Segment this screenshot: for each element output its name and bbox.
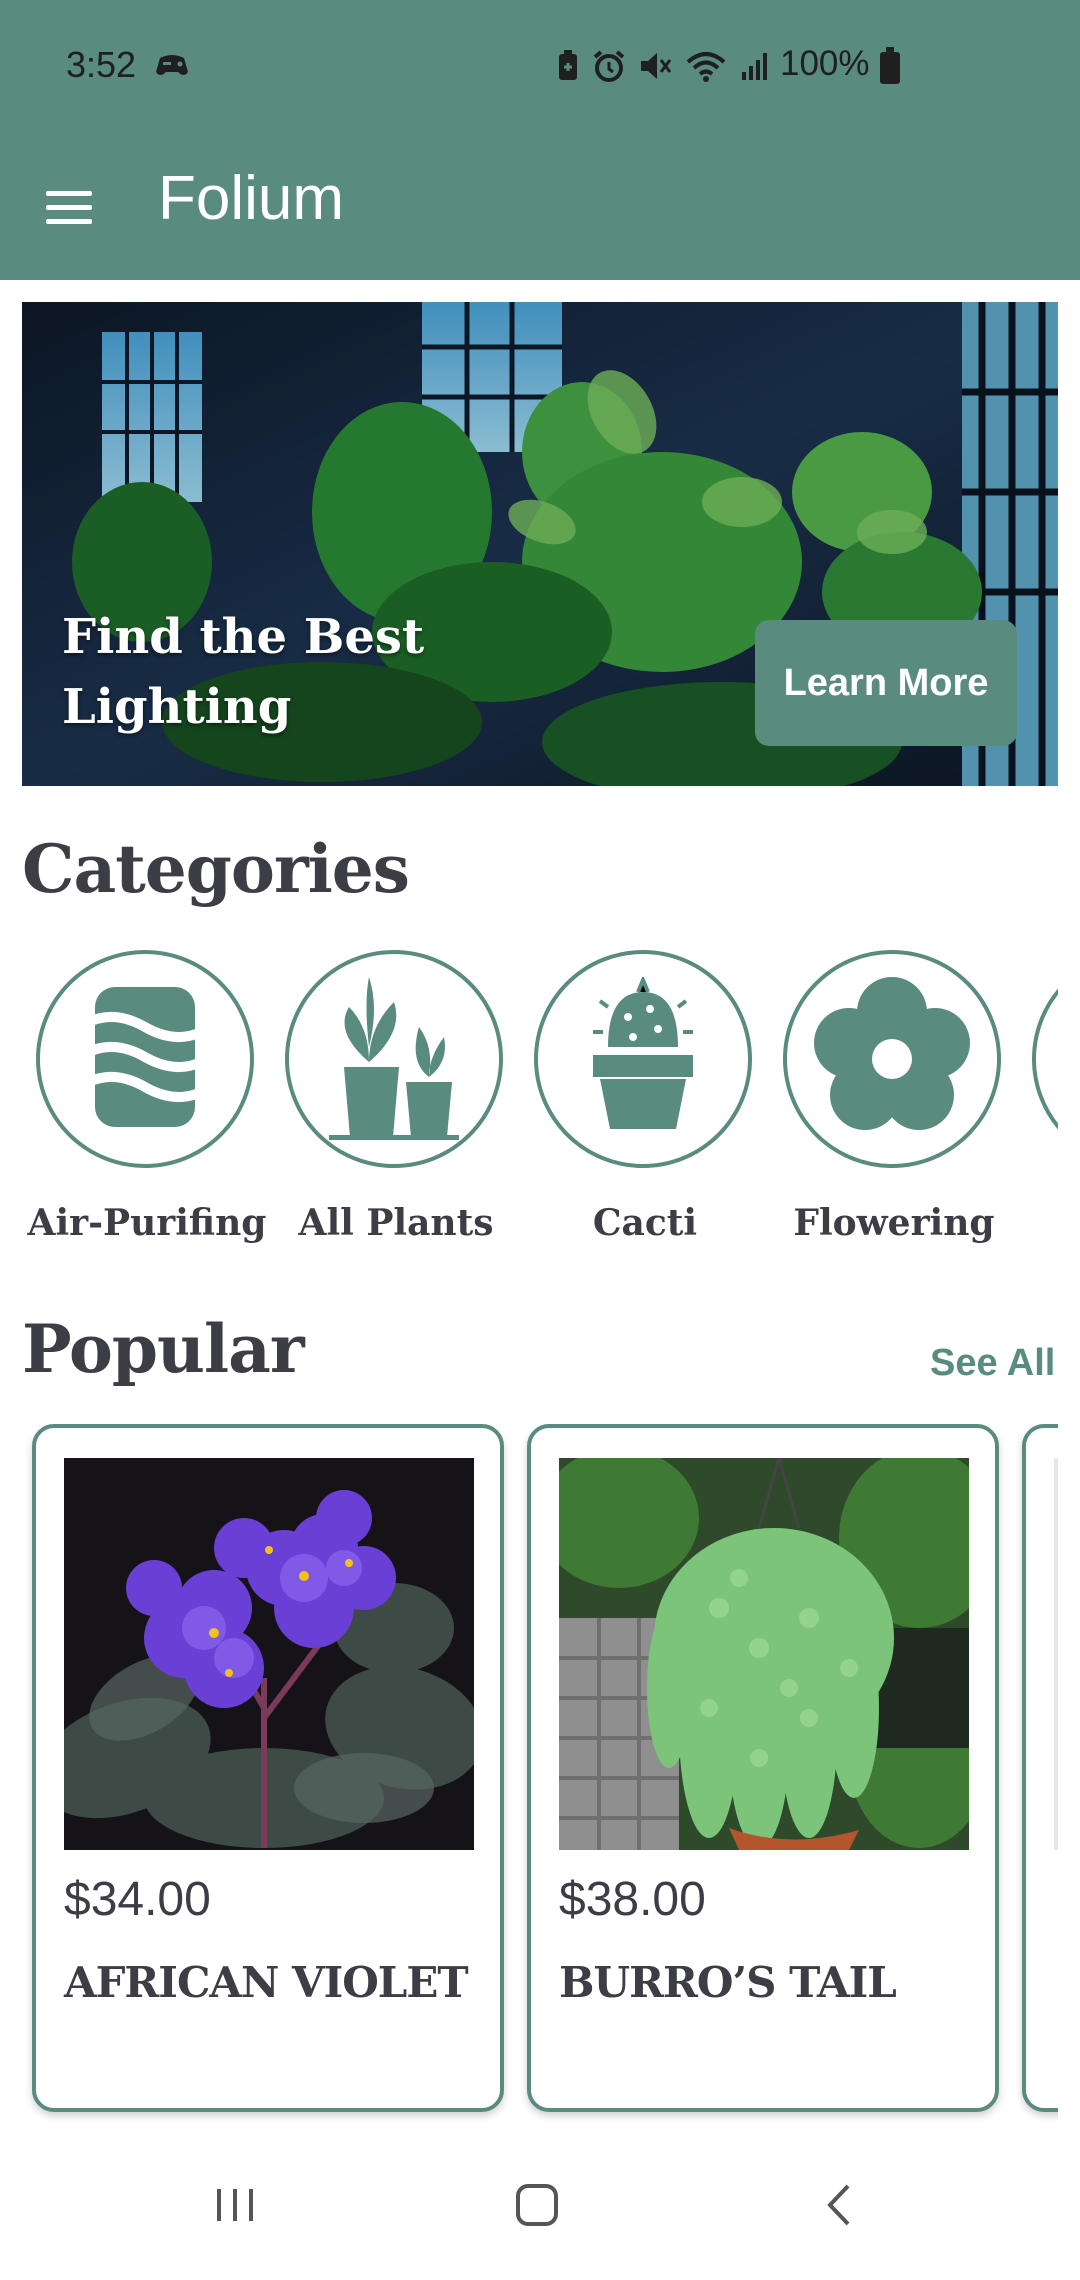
signal-icon <box>740 50 772 87</box>
promo-banner[interactable]: Find the Best Lighting Learn More <box>22 302 1058 786</box>
product-name: AFRICAN VIOLET <box>64 1958 469 2007</box>
category-circle <box>285 950 503 1168</box>
see-all-link[interactable]: See All <box>930 1342 1055 1385</box>
category-label: Cacti <box>592 1202 698 1244</box>
battery-saver-icon <box>556 50 580 87</box>
game-controller-icon <box>154 50 190 85</box>
status-icons <box>556 50 772 87</box>
categories-carousel[interactable]: Air-Purifing All Plants Cacti Flowering <box>0 946 1058 1266</box>
air-purifying-icon <box>77 982 213 1137</box>
battery-level: 100% <box>780 44 870 83</box>
category-label: Flowering <box>793 1202 995 1244</box>
category-label: Air-Purifing <box>27 1202 267 1244</box>
recent-apps-icon[interactable] <box>190 2170 280 2240</box>
product-card-african-violet[interactable]: $34.00 AFRICAN VIOLET <box>32 1424 504 2112</box>
app-title: Folium <box>158 164 345 233</box>
product-price: $34.00 <box>64 1873 211 1926</box>
wifi-icon <box>684 50 728 87</box>
category-icon <box>1032 950 1058 1168</box>
product-image <box>1054 1458 1058 1850</box>
categories-title: Categories <box>22 830 410 908</box>
app-bar: Folium <box>0 135 1080 280</box>
cactus-icon <box>588 974 698 1142</box>
category-circle <box>783 950 1001 1168</box>
product-card-partial[interactable] <box>1022 1424 1058 2112</box>
status-bar: 3:52 100% <box>0 0 1080 135</box>
category-circle <box>534 950 752 1168</box>
popular-title: Popular <box>22 1310 305 1388</box>
banner-title: Find the Best Lighting <box>62 609 425 735</box>
category-label: All Plants <box>298 1202 494 1244</box>
product-name: BURRO’S TAIL <box>559 1958 897 2007</box>
learn-more-button[interactable]: Learn More <box>755 620 1017 746</box>
product-image <box>64 1458 474 1850</box>
flower-icon <box>812 976 972 1142</box>
alarm-icon <box>592 50 626 87</box>
status-time: 3:52 <box>66 44 137 85</box>
product-price: $38.00 <box>559 1873 706 1926</box>
product-image <box>559 1458 969 1850</box>
battery-icon <box>880 47 900 84</box>
category-circle <box>36 950 254 1168</box>
mute-icon <box>638 50 672 87</box>
hamburger-menu-icon[interactable] <box>46 179 102 235</box>
home-icon[interactable] <box>492 2170 582 2240</box>
system-nav-bar <box>0 2130 1080 2280</box>
back-icon[interactable] <box>794 2170 884 2240</box>
potted-plants-icon <box>324 972 464 1147</box>
product-card-burros-tail[interactable]: $38.00 BURRO’S TAIL <box>527 1424 999 2112</box>
popular-carousel[interactable]: $34.00 AFRICAN VIOLET $38.00 BURRO’S TAI… <box>0 1424 1058 2124</box>
